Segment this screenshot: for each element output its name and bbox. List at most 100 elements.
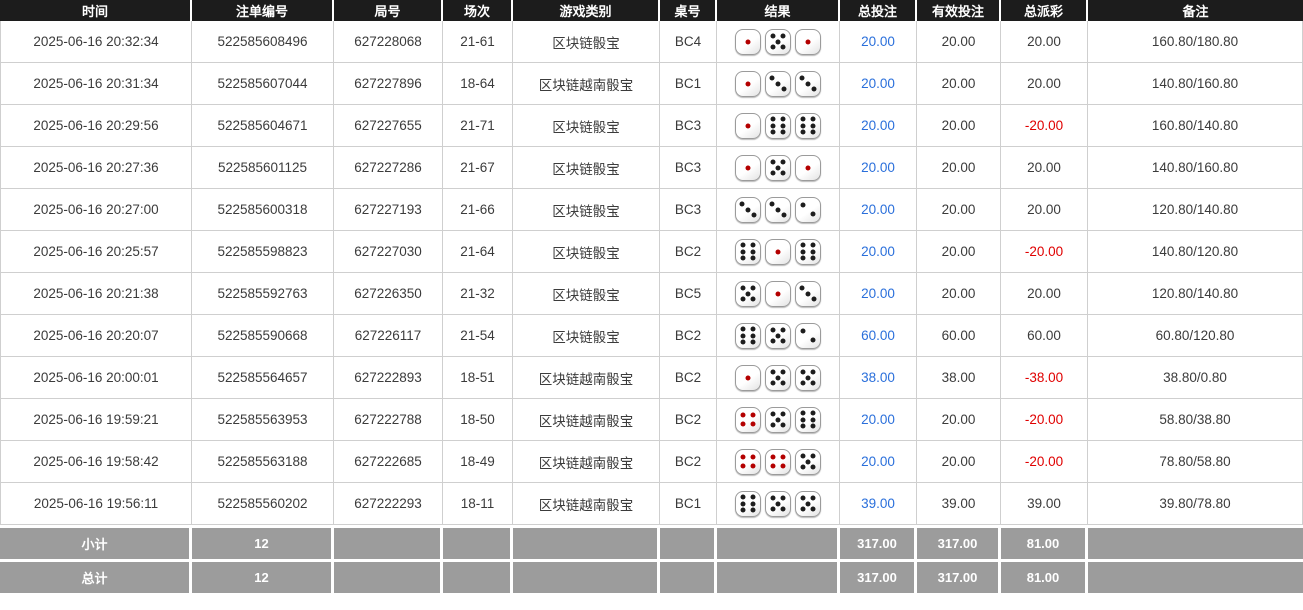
footer-cell-result [717,559,840,593]
cell-session: 18-50 [443,399,513,441]
cell-total_bet[interactable]: 20.00 [840,105,917,147]
cell-total_payout: 20.00 [1001,189,1088,231]
table-row: 2025-06-16 19:59:21522585563953627222788… [0,399,1303,441]
cell-total_bet[interactable]: 38.00 [840,357,917,399]
cell-total_bet[interactable]: 39.00 [840,483,917,525]
cell-result [717,441,840,483]
die-5-icon [795,365,821,391]
cell-bet_id: 522585560202 [192,483,334,525]
cell-table_no: BC2 [660,441,717,483]
cell-result [717,189,840,231]
header-row: 时间注单编号局号场次游戏类别桌号结果总投注有效投注总派彩备注 [0,0,1303,21]
cell-total_bet[interactable]: 20.00 [840,147,917,189]
cell-table_no: BC3 [660,105,717,147]
die-6-icon [765,113,791,139]
cell-time: 2025-06-16 20:27:00 [0,189,192,231]
cell-valid_bet: 20.00 [917,189,1001,231]
cell-total_payout: -38.00 [1001,357,1088,399]
footer-cell-valid_bet: 317.00 [917,525,1001,559]
footer-cell-total_bet: 317.00 [840,525,917,559]
cell-game_type: 区块链骰宝 [513,315,660,357]
die-1-icon [795,155,821,181]
footer-cell-total_bet: 317.00 [840,559,917,593]
cell-time: 2025-06-16 20:00:01 [0,357,192,399]
cell-time: 2025-06-16 20:32:34 [0,21,192,63]
cell-valid_bet: 20.00 [917,399,1001,441]
cell-total_payout: -20.00 [1001,105,1088,147]
col-header-bet_id: 注单编号 [192,0,334,21]
footer-cell-count: 12 [192,525,334,559]
cell-total_bet[interactable]: 20.00 [840,63,917,105]
footer-cell-label: 总计 [0,559,192,593]
col-header-total_bet: 总投注 [840,0,917,21]
cell-total_payout: 60.00 [1001,315,1088,357]
cell-result [717,357,840,399]
cell-total_bet[interactable]: 20.00 [840,273,917,315]
footer-cell-label: 小计 [0,525,192,559]
cell-time: 2025-06-16 20:31:34 [0,63,192,105]
cell-session: 21-67 [443,147,513,189]
cell-remark: 58.80/38.80 [1088,399,1303,441]
cell-session: 18-49 [443,441,513,483]
die-3-icon [795,281,821,307]
cell-game_type: 区块链越南骰宝 [513,63,660,105]
cell-table_no: BC2 [660,315,717,357]
cell-valid_bet: 20.00 [917,147,1001,189]
cell-bet_id: 522585604671 [192,105,334,147]
cell-result [717,399,840,441]
cell-total_bet[interactable]: 20.00 [840,21,917,63]
cell-bet_id: 522585563188 [192,441,334,483]
die-2-icon [795,197,821,223]
cell-total_bet[interactable]: 20.00 [840,441,917,483]
die-6-icon [735,323,761,349]
die-1-icon [765,239,791,265]
cell-round_id: 627227286 [334,147,443,189]
cell-result [717,315,840,357]
cell-bet_id: 522585607044 [192,63,334,105]
die-5-icon [765,29,791,55]
cell-time: 2025-06-16 20:21:38 [0,273,192,315]
cell-remark: 140.80/160.80 [1088,147,1303,189]
cell-session: 18-11 [443,483,513,525]
cell-remark: 60.80/120.80 [1088,315,1303,357]
cell-round_id: 627228068 [334,21,443,63]
die-6-icon [795,239,821,265]
cell-game_type: 区块链骰宝 [513,189,660,231]
cell-time: 2025-06-16 20:29:56 [0,105,192,147]
table-body: 2025-06-16 20:32:34522585608496627228068… [0,21,1303,525]
die-1-icon [735,29,761,55]
cell-bet_id: 522585564657 [192,357,334,399]
cell-bet_id: 522585563953 [192,399,334,441]
cell-valid_bet: 20.00 [917,105,1001,147]
col-header-time: 时间 [0,0,192,21]
cell-round_id: 627227193 [334,189,443,231]
die-6-icon [735,239,761,265]
cell-table_no: BC1 [660,63,717,105]
cell-remark: 160.80/180.80 [1088,21,1303,63]
cell-session: 21-71 [443,105,513,147]
die-3-icon [765,71,791,97]
footer-cell-session [443,559,513,593]
cell-round_id: 627227030 [334,231,443,273]
table-footer: 小计12317.00317.0081.00总计12317.00317.0081.… [0,525,1303,593]
cell-total_bet[interactable]: 60.00 [840,315,917,357]
cell-valid_bet: 38.00 [917,357,1001,399]
col-header-table_no: 桌号 [660,0,717,21]
cell-game_type: 区块链骰宝 [513,273,660,315]
cell-round_id: 627227896 [334,63,443,105]
die-4-icon [735,449,761,475]
footer-cell-count: 12 [192,559,334,593]
cell-result [717,21,840,63]
cell-session: 21-32 [443,273,513,315]
table-row: 2025-06-16 20:20:07522585590668627226117… [0,315,1303,357]
cell-total_payout: 39.00 [1001,483,1088,525]
table-row: 2025-06-16 20:25:57522585598823627227030… [0,231,1303,273]
footer-cell-round_id [334,525,443,559]
col-header-session: 场次 [443,0,513,21]
cell-total_payout: -20.00 [1001,441,1088,483]
cell-game_type: 区块链骰宝 [513,105,660,147]
cell-total_bet[interactable]: 20.00 [840,189,917,231]
cell-total_bet[interactable]: 20.00 [840,399,917,441]
cell-total_bet[interactable]: 20.00 [840,231,917,273]
table-row: 2025-06-16 20:27:00522585600318627227193… [0,189,1303,231]
